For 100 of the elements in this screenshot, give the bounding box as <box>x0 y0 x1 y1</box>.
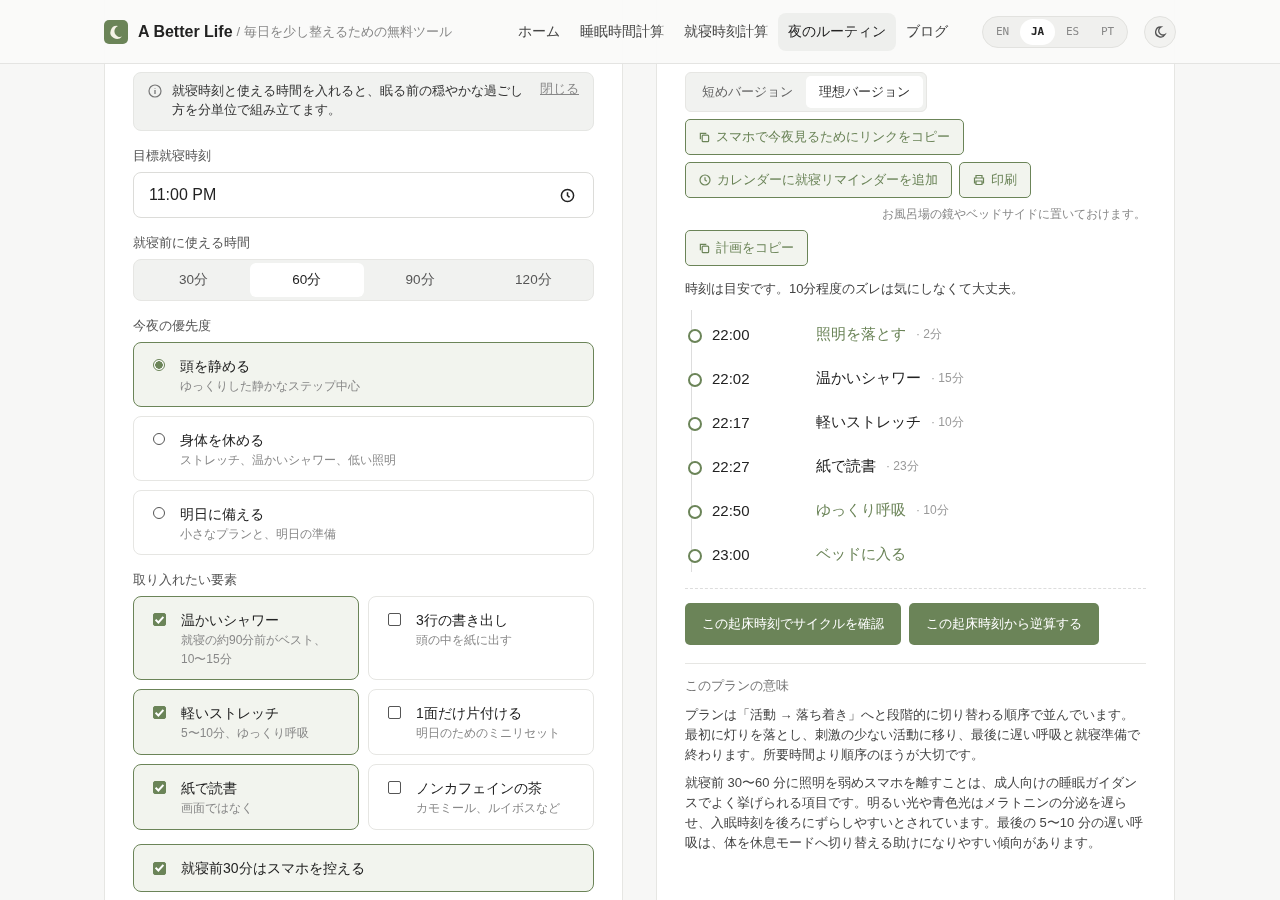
step-duration: · 10分 <box>931 413 964 431</box>
nav-link[interactable]: 睡眠時間計算 <box>570 12 674 51</box>
print-button[interactable]: 印刷 <box>959 162 1031 198</box>
checkbox[interactable] <box>388 781 401 794</box>
option-title: ノンカフェインの茶 <box>416 779 543 798</box>
timeline-dot <box>688 417 702 431</box>
copy-link-button[interactable]: スマホで今夜見るためにリンクをコピー <box>685 119 964 155</box>
checkbox[interactable] <box>153 613 166 626</box>
element-option[interactable]: ノンカフェインの茶 カモミール、ルイボスなど <box>368 764 594 830</box>
checkmark-icon <box>155 864 164 872</box>
step-time: 22:17 <box>712 413 751 431</box>
info-icon <box>148 84 162 98</box>
element-option[interactable]: 1面だけ片付ける 明日のためのミニリセット <box>368 689 594 755</box>
nav-link[interactable]: 夜のルーティン <box>778 12 896 51</box>
radio-button[interactable] <box>153 433 165 445</box>
theme-toggle-button[interactable] <box>1144 15 1176 48</box>
checkbox[interactable] <box>153 706 166 719</box>
action-button[interactable]: この起床時刻でサイクルを確認 <box>685 603 901 645</box>
copy-icon <box>699 242 710 254</box>
copy-plan-button[interactable]: 計画をコピー <box>685 230 808 266</box>
duration-option[interactable]: 60分 <box>250 263 364 297</box>
option-title: 明日に備える <box>180 505 265 524</box>
step-time: 22:27 <box>712 457 751 475</box>
clock-icon <box>699 174 711 186</box>
language-button[interactable]: JA <box>1020 18 1055 45</box>
step-time: 22:50 <box>712 501 751 519</box>
option-description: ゆっくりした静かなステップ中心 <box>180 378 360 395</box>
explanation-paragraph: 就寝前 30〜60 分に照明を弱めスマホを離すことは、成人向けの睡眠ガイダンスでよく挙げられる項目です。明るい光や青色光はメラトニンの分泌を遅らせ、入眠時刻を後ろにずらしやすいとされています。最後の 5〜10 分の遅い呼吸は、体を休息モードへ切り替える助けになりやすい傾向があります。 <box>685 774 1144 852</box>
radio-button[interactable] <box>153 507 165 519</box>
explanation-paragraph: プランは「活動 → 落ち着き」へと段階的に切り替わる順序で並んでいます。最初に灯りを落とし、刺激の少ない活動に移り、最後に遅い呼吸と就寝準備で終わります。所要時間より順序のほうが大切です。 <box>685 706 1141 764</box>
step-activity: 紙で読書 <box>816 456 876 476</box>
option-description: 明日のためのミニリセット <box>416 725 560 742</box>
nav-link[interactable]: 就寝時刻計算 <box>674 12 778 51</box>
element-option[interactable]: 温かいシャワー 就寝の約90分前がベスト、10〜15分 <box>133 596 359 680</box>
option-description: ストレッチ、温かいシャワー、低い照明 <box>180 452 396 469</box>
section-heading: このプランの意味 <box>685 678 790 695</box>
option-title: 紙で読書 <box>181 779 238 798</box>
step-time: 22:02 <box>712 369 751 387</box>
duration-option[interactable]: 30分 <box>137 263 251 297</box>
checkmark-icon <box>155 708 164 717</box>
option-title: 頭を静める <box>180 357 251 376</box>
priority-option[interactable]: 頭を静める ゆっくりした静かなステップ中心 <box>133 342 594 407</box>
checkmark-icon <box>155 783 164 792</box>
step-time: 22:00 <box>712 325 751 343</box>
option-description: 就寝の約90分前がベスト、10〜15分 <box>181 632 328 668</box>
option-title: 身体を休める <box>180 431 265 450</box>
option-description: カモミール、ルイボスなど <box>416 800 560 817</box>
timeline-dot <box>688 549 702 563</box>
element-option[interactable]: 軽いストレッチ 5〜10分、ゆっくり呼吸 <box>133 689 359 755</box>
option-title: 3行の書き出し <box>416 611 509 630</box>
priority-option[interactable]: 明日に備える 小さなプランと、明日の準備 <box>133 490 594 555</box>
checkmark-icon <box>155 615 164 624</box>
option-description: 頭の中を紙に出す <box>416 632 512 649</box>
nav-link[interactable]: ブログ <box>896 12 958 51</box>
field-label: 今夜の優先度 <box>133 317 212 335</box>
tagline: / 毎日を少し整えるための無料ツール <box>236 22 452 41</box>
option-title: 1面だけ片付ける <box>416 704 523 723</box>
notice-text: 就寝時刻と使える時間を入れると、眠る前の穏やかな過ごし方を分単位で組み立てます。 <box>172 82 524 119</box>
checkbox[interactable] <box>153 781 166 794</box>
clock-icon <box>560 187 575 203</box>
action-button[interactable]: この起床時刻から逆算する <box>909 603 1099 645</box>
step-activity: ゆっくり呼吸 <box>816 500 906 520</box>
duration-option[interactable]: 90分 <box>363 263 477 297</box>
printer-icon <box>973 174 985 186</box>
priority-option[interactable]: 身体を休める ストレッチ、温かいシャワー、低い照明 <box>133 416 594 481</box>
step-duration: · 10分 <box>916 501 949 519</box>
option-description: 小さなプランと、明日の準備 <box>180 526 336 543</box>
option-title: 就寝前30分はスマホを控える <box>181 859 365 878</box>
nav-link[interactable]: ホーム <box>508 12 570 51</box>
copy-icon <box>699 131 710 143</box>
checkbox[interactable] <box>388 613 401 626</box>
option-title: 温かいシャワー <box>181 611 280 630</box>
element-option[interactable]: 紙で読書 画面ではなく <box>133 764 359 830</box>
timeline-dot <box>688 505 702 519</box>
step-activity: 温かいシャワー <box>816 368 921 388</box>
step-activity: 軽いストレッチ <box>816 412 921 432</box>
time-input-field[interactable]: 11:00 PM <box>133 172 594 218</box>
checkbox[interactable] <box>153 861 166 875</box>
brand-name[interactable]: A Better Life <box>138 22 233 41</box>
option-title: 軽いストレッチ <box>181 704 280 723</box>
field-label: 就寝前に使える時間 <box>133 234 251 252</box>
step-activity: ベッドに入る <box>816 544 906 564</box>
option-description: 画面ではなく <box>181 800 253 817</box>
checkbox[interactable] <box>388 706 401 719</box>
element-option[interactable]: 3行の書き出し 頭の中を紙に出す <box>368 596 594 680</box>
radio-button[interactable] <box>153 359 165 371</box>
calendar-reminder-button[interactable]: カレンダーに就寝リマインダーを追加 <box>685 162 952 198</box>
timeline-dot <box>688 373 702 387</box>
phone-rule-option[interactable]: 就寝前30分はスマホを控える <box>133 844 594 892</box>
duration-option[interactable]: 120分 <box>476 263 590 297</box>
step-activity: 照明を落とす <box>816 324 906 344</box>
timeline-dot <box>688 461 702 475</box>
timeline-dot <box>688 329 702 343</box>
print-note: お風呂場の鏡やベッドサイドに置いておけます。 <box>881 206 1146 223</box>
field-label: 取り入れたい要素 <box>133 571 238 589</box>
version-tab[interactable]: 短めバージョン <box>689 76 806 108</box>
moon-logo-icon <box>104 19 128 44</box>
version-tab[interactable]: 理想バージョン <box>806 76 923 108</box>
field-label: 目標就寝時刻 <box>133 147 212 165</box>
step-duration: · 23分 <box>886 457 919 475</box>
